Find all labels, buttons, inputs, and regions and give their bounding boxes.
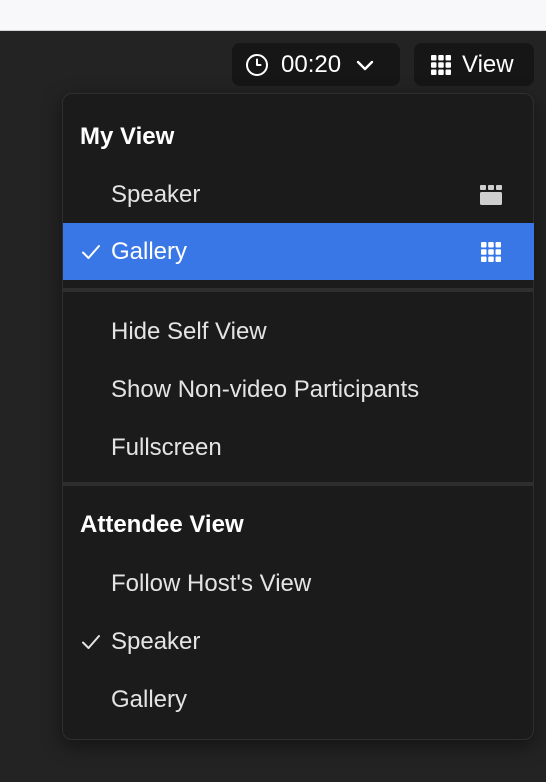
menu-divider — [63, 482, 534, 486]
my-view-heading: My View — [80, 123, 175, 150]
menu-item-my-view-speaker[interactable]: Speaker — [63, 166, 534, 223]
menu-item-fullscreen[interactable]: Fullscreen — [63, 419, 534, 476]
timer-value: 00:20 — [281, 50, 342, 78]
menu-item-show-non-video-participants[interactable]: Show Non-video Participants — [63, 361, 534, 418]
top-window-strip — [0, 0, 546, 31]
view-dropdown-menu: My View Speaker Gallery Hide Self View S… — [62, 93, 534, 740]
menu-item-my-view-gallery[interactable]: Gallery — [63, 223, 534, 280]
menu-item-label: Gallery — [111, 237, 188, 265]
gallery-grid-icon — [431, 54, 451, 75]
menu-divider — [63, 288, 534, 292]
menu-item-follow-host-view[interactable]: Follow Host's View — [63, 555, 534, 612]
menu-item-label: Hide Self View — [111, 317, 267, 345]
meeting-timer-button[interactable]: 00:20 — [232, 43, 400, 86]
menu-item-label: Follow Host's View — [111, 569, 312, 597]
checkmark-icon — [80, 241, 102, 263]
menu-item-label: Speaker — [111, 180, 201, 208]
speaker-layout-icon — [480, 184, 502, 206]
chevron-down-icon — [356, 56, 374, 74]
clock-icon — [245, 53, 269, 77]
menu-item-label: Gallery — [111, 685, 188, 713]
view-button-label: View — [462, 50, 514, 78]
menu-item-hide-self-view[interactable]: Hide Self View — [63, 303, 534, 360]
menu-item-label: Speaker — [111, 627, 201, 655]
view-button[interactable]: View — [414, 43, 534, 86]
gallery-grid-icon — [480, 241, 502, 263]
menu-item-label: Show Non-video Participants — [111, 375, 420, 403]
menu-item-attendee-gallery[interactable]: Gallery — [63, 671, 534, 728]
menu-item-label: Fullscreen — [111, 433, 222, 461]
menu-item-attendee-speaker[interactable]: Speaker — [63, 613, 534, 670]
attendee-view-heading: Attendee View — [80, 511, 244, 538]
checkmark-icon — [80, 631, 102, 653]
